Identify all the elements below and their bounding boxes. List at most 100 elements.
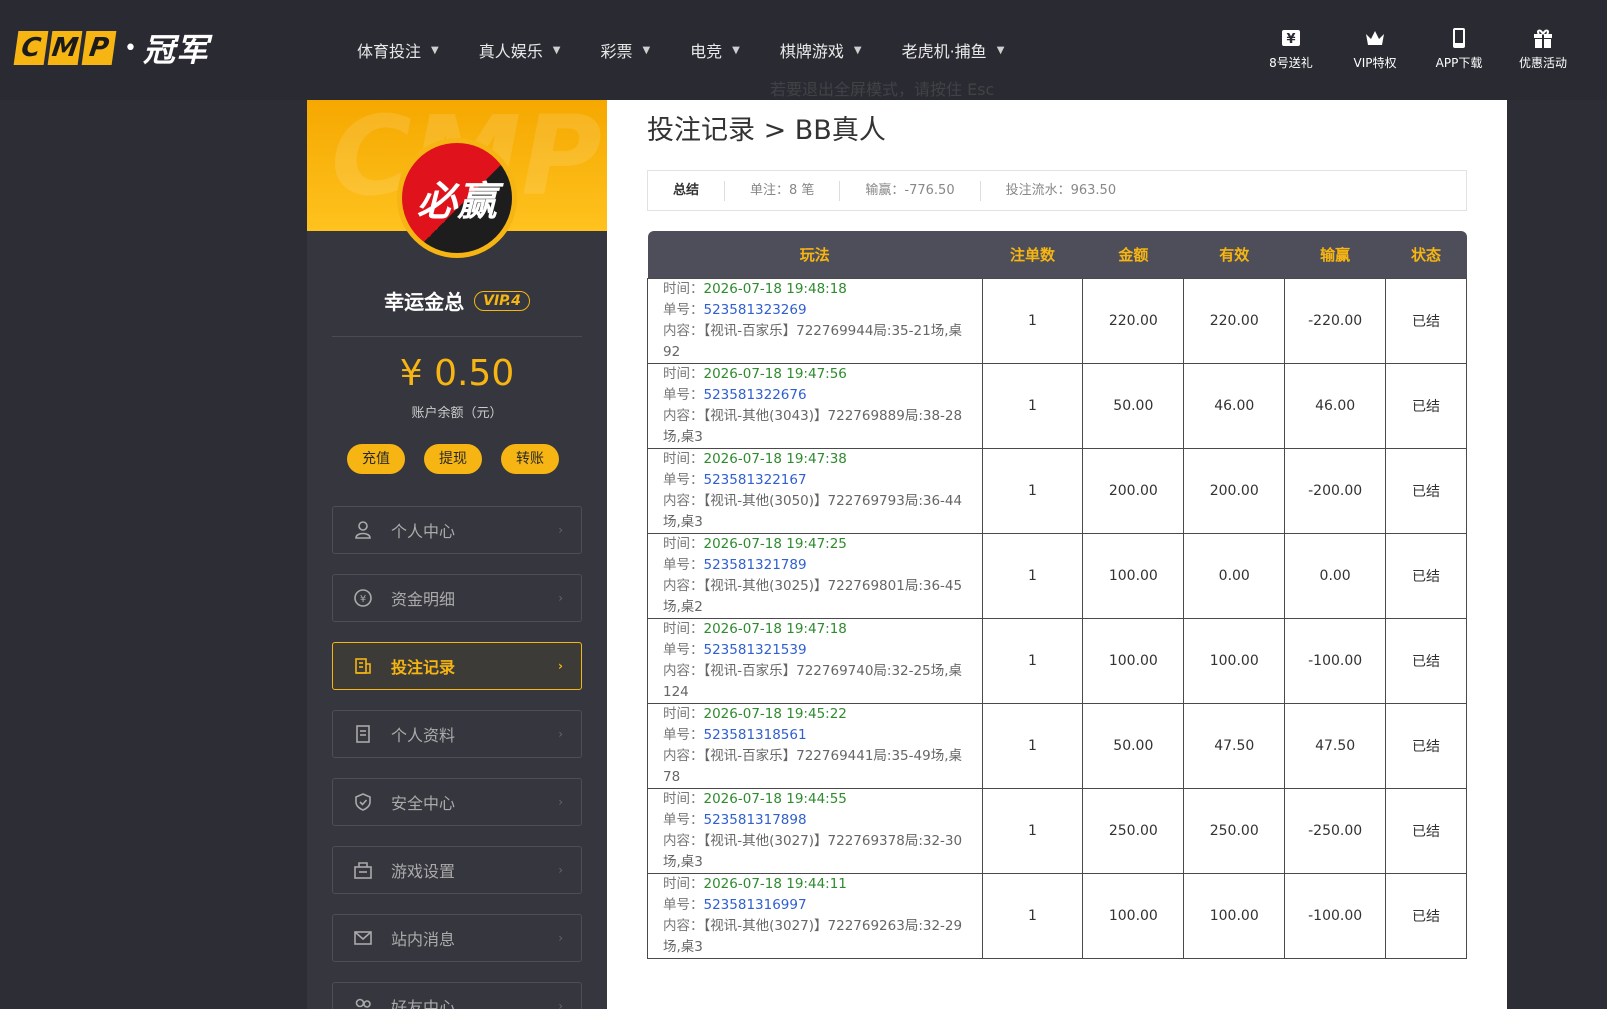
- bet-id-link[interactable]: 523581318561: [704, 727, 807, 743]
- time-label: 时间：: [663, 790, 704, 807]
- withdraw-button[interactable]: 提现: [424, 444, 482, 474]
- table-row[interactable]: 时间：2026-07-18 19:47:18 单号：523581321539 内容：…: [647, 617, 1467, 704]
- table-row[interactable]: 时间：2026-07-18 19:48:18 单号：523581323269 内容：…: [647, 277, 1467, 364]
- sidebar-item-label: 资金明细: [391, 590, 456, 609]
- vip-privilege-button[interactable]: VIP特权: [1333, 26, 1417, 71]
- sidebar-item-game-settings[interactable]: 游戏设置 ›: [332, 846, 582, 894]
- logo-text: 冠军: [142, 31, 209, 69]
- bet-records-table: 玩法 注单数 金额 有效 输赢 状态 时间：2026-07-18 19:48:1…: [647, 231, 1467, 959]
- bet-id-link[interactable]: 523581316997: [704, 897, 807, 913]
- bet-id-line: 单号：523581316997: [663, 895, 972, 916]
- bet-content: 【视讯-百家乐】722769944局:35-21场,桌92: [663, 322, 962, 360]
- bet-content-line: 内容：【视讯-其他(3027)】722769263局:32-29场,桌3: [663, 916, 972, 958]
- bet-id-link[interactable]: 523581322167: [704, 472, 807, 488]
- site-logo[interactable]: C M P • 冠军: [13, 30, 209, 69]
- bet-content-line: 内容：【视讯-百家乐】722769944局:35-21场,桌92: [663, 321, 972, 363]
- action-label: APP下载: [1435, 56, 1483, 70]
- bet-count-cell: 1: [981, 532, 1084, 619]
- content-label: 内容：: [663, 662, 704, 679]
- nav-item-esports[interactable]: 电竞 ▼: [690, 38, 740, 62]
- bet-id-link[interactable]: 523581322676: [704, 387, 807, 403]
- sidebar-item-messages[interactable]: 站内消息 ›: [332, 914, 582, 962]
- time-label: 时间：: [663, 280, 704, 297]
- friends-icon: [355, 998, 371, 1008]
- bet-time-line: 时间：2026-07-18 19:47:18: [663, 619, 972, 640]
- bet-content-line: 内容：【视讯-其他(3043)】722769889局:38-28场,桌3: [663, 406, 972, 448]
- content-label: 内容：: [663, 917, 704, 934]
- bet-time: 2026-07-18 19:47:18: [703, 620, 847, 637]
- sidebar-item-bet-records[interactable]: 投注记录 ›: [332, 642, 582, 690]
- id-label: 单号：: [663, 471, 704, 488]
- transfer-button[interactable]: 转账: [501, 444, 559, 474]
- bet-id-link[interactable]: 523581321789: [704, 557, 807, 573]
- status-cell: 已结: [1385, 702, 1467, 789]
- nav-item-cards[interactable]: 棋牌游戏 ▼: [780, 38, 862, 62]
- sidebar-item-friends[interactable]: 好友中心 ›: [332, 982, 582, 1009]
- bet-time-line: 时间：2026-07-18 19:44:55: [663, 789, 972, 810]
- logo-letter: C: [13, 31, 49, 65]
- bet-content-line: 内容：【视讯-百家乐】722769740局:32-25场,桌124: [663, 661, 972, 703]
- promotions-button[interactable]: 优惠活动: [1501, 26, 1585, 71]
- nav-label: 电竞: [690, 42, 723, 61]
- logo-dot: •: [124, 35, 137, 61]
- action-label: 优惠活动: [1518, 56, 1567, 70]
- time-label: 时间：: [663, 535, 704, 552]
- bet-content: 【视讯-其他(3025)】722769801局:36-45场,桌2: [663, 577, 963, 615]
- table-row[interactable]: 时间：2026-07-18 19:45:22 单号：523581318561 内容：…: [647, 702, 1467, 789]
- sidebar-item-funds[interactable]: ¥ 资金明细 ›: [332, 574, 582, 622]
- bet-amount-cell: 200.00: [1082, 447, 1185, 534]
- sidebar-menu: 个人中心 › ¥ 资金明细 › 投注记录 › 个人资料 › 安全中心 › 游戏设…: [332, 506, 582, 1009]
- table-row[interactable]: 时间：2026-07-18 19:47:25 单号：523581321789 内容：…: [647, 532, 1467, 619]
- sidebar-item-security[interactable]: 安全中心 ›: [332, 778, 582, 826]
- bet-content: 【视讯-其他(3050)】722769793局:36-44场,桌3: [663, 492, 963, 530]
- deposit-button[interactable]: 充值: [347, 444, 405, 474]
- valid-amount-cell: 250.00: [1183, 787, 1286, 874]
- bet-amount-cell: 100.00: [1082, 532, 1185, 619]
- id-label: 单号：: [663, 641, 704, 658]
- winloss-cell: -100.00: [1284, 872, 1387, 959]
- nav-item-live[interactable]: 真人娱乐 ▼: [479, 38, 561, 62]
- chevron-right-icon: ›: [558, 999, 563, 1009]
- account-balance: ¥ 0.50: [399, 353, 515, 394]
- time-label: 时间：: [663, 620, 704, 637]
- table-row[interactable]: 时间：2026-07-18 19:44:55 单号：523581317898 内容：…: [647, 787, 1467, 874]
- nav-label: 彩票: [600, 42, 633, 61]
- profile-icon: [356, 725, 370, 743]
- table-row[interactable]: 时间：2026-07-18 19:47:56 单号：523581322676 内容：…: [647, 362, 1467, 449]
- bet-id-link[interactable]: 523581323269: [704, 302, 807, 318]
- play-info-cell: 时间：2026-07-18 19:47:25 单号：523581321789 内容：…: [647, 532, 983, 619]
- avatar[interactable]: 必赢: [397, 138, 517, 258]
- bet-count-cell: 1: [981, 362, 1084, 449]
- logo-letter: P: [81, 31, 117, 65]
- nav-item-sports[interactable]: 体育投注 ▼: [357, 38, 439, 62]
- chevron-down-icon: ▼: [853, 44, 862, 56]
- time-label: 时间：: [663, 705, 704, 722]
- play-info-cell: 时间：2026-07-18 19:45:22 单号：523581318561 内容：…: [647, 702, 983, 789]
- app-download-button[interactable]: APP下载: [1417, 26, 1501, 71]
- bet-id-link[interactable]: 523581317898: [704, 812, 807, 828]
- bet-time-line: 时间：2026-07-18 19:47:38: [663, 449, 972, 470]
- shield-icon: [355, 793, 371, 811]
- table-row[interactable]: 时间：2026-07-18 19:44:11 单号：523581316997 内容：…: [647, 872, 1467, 959]
- bet-time: 2026-07-18 19:47:56: [703, 365, 847, 382]
- table-header-row: 玩法 注单数 金额 有效 输赢 状态: [647, 231, 1467, 278]
- bet-time-line: 时间：2026-07-18 19:45:22: [663, 704, 972, 725]
- sidebar-item-personal-center[interactable]: 个人中心 ›: [332, 506, 582, 554]
- valid-amount-cell: 47.50: [1183, 702, 1286, 789]
- table-row[interactable]: 时间：2026-07-18 19:47:38 单号：523581322167 内容：…: [647, 447, 1467, 534]
- nav-label: 真人娱乐: [478, 42, 543, 61]
- winloss-cell: 47.50: [1284, 702, 1387, 789]
- nav-item-lottery[interactable]: 彩票 ▼: [600, 38, 650, 62]
- chevron-right-icon: ›: [558, 727, 563, 741]
- summary-bet-count: 单注：8 笔: [725, 180, 841, 201]
- bet-content-line: 内容：【视讯-百家乐】722769441局:35-49场,桌78: [663, 746, 972, 788]
- nav-item-slots[interactable]: 老虎机·捕鱼 ▼: [902, 38, 1005, 62]
- gift-8-button[interactable]: ¥ 8号送礼: [1249, 26, 1333, 71]
- sidebar-item-profile[interactable]: 个人资料 ›: [332, 710, 582, 758]
- bet-content: 【视讯-百家乐】722769740局:32-25场,桌124: [663, 662, 962, 700]
- column-header-play: 玩法: [647, 231, 983, 278]
- nav-label: 棋牌游戏: [779, 42, 844, 61]
- bet-id-link[interactable]: 523581321539: [704, 642, 807, 658]
- content-label: 内容：: [663, 492, 704, 509]
- bet-count-cell: 1: [981, 787, 1084, 874]
